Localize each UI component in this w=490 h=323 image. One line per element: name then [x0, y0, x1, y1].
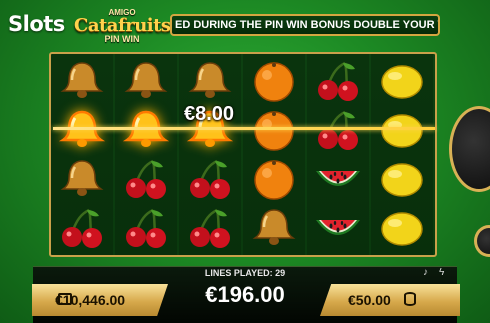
- cherry-symbol: [313, 59, 363, 103]
- win-line-amount: €8.00: [184, 103, 235, 125]
- lemon-symbol: [377, 157, 427, 201]
- site-logo: Slots: [8, 12, 65, 36]
- sound-icon[interactable]: ♪: [423, 267, 428, 278]
- orange-symbol: [249, 157, 299, 201]
- lemon-symbol: [377, 59, 427, 103]
- turbo-icon[interactable]: ϟ: [439, 267, 444, 278]
- lemon-symbol: [377, 206, 427, 250]
- bell-symbol: [57, 59, 107, 103]
- reel-2: [115, 54, 177, 255]
- lemon-symbol: [377, 108, 427, 152]
- info-ticker: ED DURING THE PIN WIN BONUS DOUBLE YOUR …: [170, 14, 440, 36]
- watermelon-symbol: [313, 157, 363, 201]
- cherry-symbol: [185, 206, 235, 250]
- reel-5: [307, 54, 369, 255]
- bell-gold-symbol: [57, 108, 107, 152]
- coins-icon: [404, 292, 416, 306]
- cherry-symbol: [185, 157, 235, 201]
- bell-symbol: [249, 206, 299, 250]
- reel-4: [243, 54, 305, 255]
- reels-area: €8.00: [49, 52, 437, 257]
- autoplay-button[interactable]: [474, 225, 490, 257]
- spin-button[interactable]: [449, 106, 490, 192]
- bell-symbol: [185, 59, 235, 103]
- reel-6: [371, 54, 433, 255]
- cherry-symbol: [313, 108, 363, 152]
- bell-gold-symbol: [121, 108, 171, 152]
- wallet-icon: [58, 293, 72, 305]
- win-line: [53, 127, 435, 130]
- orange-symbol: [249, 108, 299, 152]
- cherry-symbol: [121, 206, 171, 250]
- orange-symbol: [249, 59, 299, 103]
- cherry-symbol: [57, 206, 107, 250]
- game-logo-main: Catafruits: [74, 15, 171, 36]
- cherry-symbol: [121, 157, 171, 201]
- game-logo: AMIGO Catafruits PIN WIN: [74, 8, 171, 48]
- reel-3: [179, 54, 241, 255]
- balance-panel: €10,446.00: [32, 284, 168, 316]
- lines-played-label: LINES PLAYED: 29: [204, 268, 286, 278]
- bell-symbol: [121, 59, 171, 103]
- bell-symbol: [57, 157, 107, 201]
- watermelon-symbol: [313, 206, 363, 250]
- reel-1: [51, 54, 113, 255]
- win-total: €196.00: [205, 282, 285, 307]
- bet-button[interactable]: €50.00: [320, 284, 460, 316]
